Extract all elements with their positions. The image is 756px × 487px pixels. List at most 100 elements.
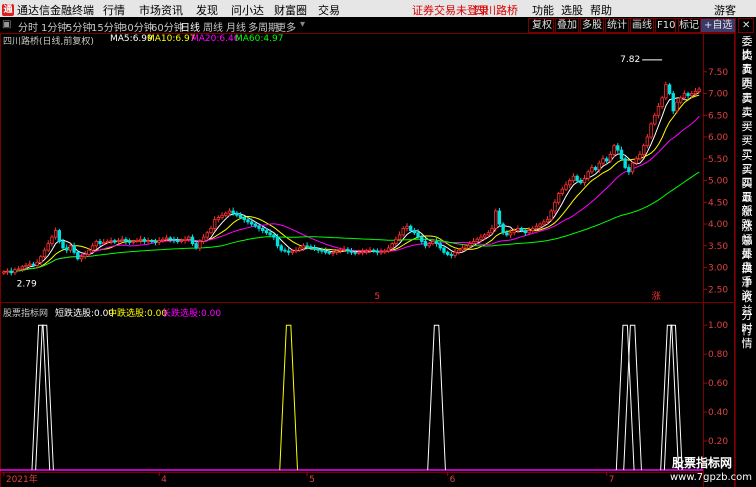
price-tick-label: 7.00 xyxy=(708,90,728,100)
candle-body xyxy=(593,167,598,171)
candle-body xyxy=(408,225,413,231)
candle-body xyxy=(212,219,217,229)
candle-body xyxy=(327,251,332,254)
candle-body xyxy=(216,217,221,221)
candle-body xyxy=(597,162,601,171)
candle-body xyxy=(538,223,542,227)
ma10-line xyxy=(3,94,700,273)
time-tick-label: 2021年 xyxy=(6,473,38,485)
candle-body xyxy=(475,238,479,242)
high-price-label: 7.82 xyxy=(620,55,640,65)
candle-body xyxy=(286,250,291,253)
candle-body xyxy=(457,249,461,253)
candle-body xyxy=(420,236,424,242)
candle-body xyxy=(68,245,73,251)
candle-body xyxy=(28,263,32,266)
candle-body xyxy=(571,175,576,181)
candle-body xyxy=(102,241,106,245)
candle-body xyxy=(209,227,213,234)
ind-tick-label: 0.60 xyxy=(708,379,728,389)
candle-body xyxy=(261,227,265,231)
candle-body xyxy=(309,246,313,249)
candle-body xyxy=(138,238,143,241)
candle-body xyxy=(671,93,675,112)
ind-tick-label: 0.40 xyxy=(708,408,728,418)
candle-body xyxy=(46,243,50,251)
ind-tick-label: 1.00 xyxy=(708,321,728,331)
candle-body xyxy=(335,250,339,253)
sidebar-bottom-item-1[interactable]: 行情 xyxy=(737,324,756,350)
candle-body xyxy=(331,251,335,254)
candle-body xyxy=(323,250,328,253)
candle-body xyxy=(168,237,172,240)
candle-body xyxy=(697,88,701,92)
signal-spike xyxy=(427,324,446,471)
candle-body xyxy=(579,180,583,184)
candle-body xyxy=(35,261,39,266)
candle-body xyxy=(157,240,161,243)
candle-body xyxy=(57,230,62,242)
candle-body xyxy=(582,177,587,184)
candle-body xyxy=(39,256,43,263)
candle-body xyxy=(161,238,165,241)
candle-body xyxy=(13,269,17,274)
candle-body xyxy=(109,240,113,242)
candle-body xyxy=(516,227,520,231)
candle-body xyxy=(397,234,402,240)
candle-body xyxy=(79,256,84,260)
candle-body xyxy=(113,240,117,242)
candle-body xyxy=(272,234,276,238)
candle-body xyxy=(279,245,283,251)
signal-spike xyxy=(279,324,299,471)
candle-body xyxy=(20,266,25,270)
candle-body xyxy=(194,243,198,249)
candle-body xyxy=(490,227,494,234)
candle-body xyxy=(545,219,550,223)
candle-body xyxy=(16,268,21,271)
candle-body xyxy=(575,175,579,181)
candle-body xyxy=(294,249,298,252)
candle-body xyxy=(553,201,557,212)
candle-body xyxy=(660,97,664,107)
candle-body xyxy=(675,101,679,112)
ind-tick-label: 0.20 xyxy=(708,437,728,447)
candle-body xyxy=(653,114,657,125)
candle-body xyxy=(90,245,95,251)
candle-body xyxy=(298,247,302,251)
candle-body xyxy=(630,162,635,173)
time-tick-label: 4 xyxy=(161,475,167,485)
candle-body xyxy=(116,240,121,242)
candle-body xyxy=(150,240,154,242)
candle-body xyxy=(198,241,202,249)
candle-body xyxy=(560,188,565,194)
kline-chart[interactable]: 7.82 2.79 5 涨 7.50 7.00 6.50 6.00 5.50 5.00 4.50 4… xyxy=(0,0,735,487)
candle-body xyxy=(416,232,420,238)
ind-tick-label: 0.80 xyxy=(708,350,728,360)
candle-body xyxy=(479,236,483,240)
ma5-line xyxy=(3,92,700,273)
close-button[interactable]: ✕ xyxy=(738,18,755,33)
candle-body xyxy=(641,145,646,155)
candle-body xyxy=(494,210,498,229)
candle-body xyxy=(205,232,209,238)
candle-body xyxy=(664,84,668,99)
candle-body xyxy=(556,193,561,203)
candle-body xyxy=(442,247,446,253)
candle-body xyxy=(686,93,690,97)
price-tick-label: 4.50 xyxy=(708,198,728,208)
candle-body xyxy=(231,210,235,214)
low-price-label: 2.79 xyxy=(17,280,37,290)
candle-body xyxy=(127,241,132,243)
candle-body xyxy=(601,158,605,164)
watermark-title: 股票指标网 xyxy=(671,456,732,470)
candle-body xyxy=(405,225,409,229)
candle-body xyxy=(619,149,624,160)
event-marker: 涨 xyxy=(652,291,661,302)
candle-body xyxy=(190,236,195,245)
candle-body xyxy=(124,238,128,242)
candle-body xyxy=(94,241,99,247)
candle-body xyxy=(682,93,687,99)
price-tick-label: 7.50 xyxy=(708,68,728,78)
candle-body xyxy=(497,210,502,225)
candle-body xyxy=(427,243,431,247)
